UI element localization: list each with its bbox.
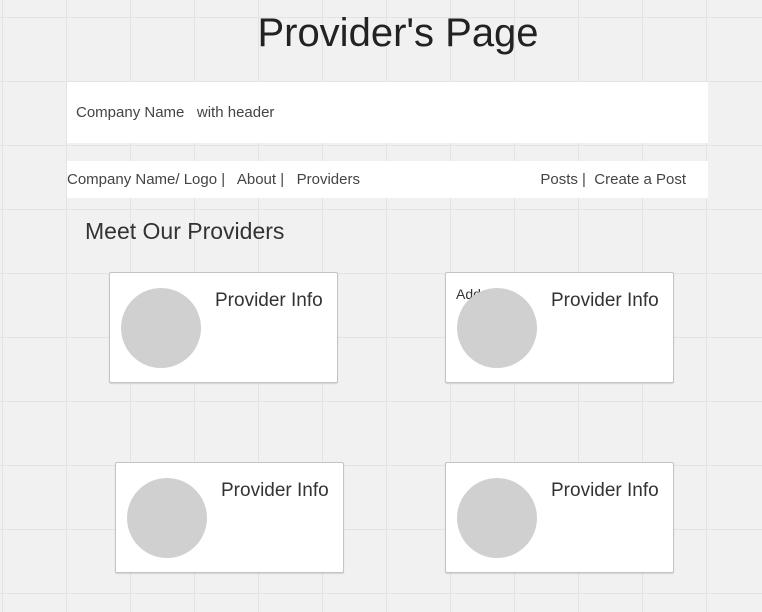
nav-providers-link[interactable]: Providers (297, 171, 360, 188)
section-heading: Meet Our Providers (85, 218, 285, 244)
page-title: Provider's Page (257, 11, 539, 55)
provider-avatar (121, 288, 201, 368)
nav-separator: | (276, 171, 297, 188)
nav-left: Company Name/ Logo | About | Providers (67, 171, 360, 188)
provider-card[interactable]: Provider Info (109, 272, 338, 383)
nav-about-link[interactable]: About (237, 171, 276, 188)
page: { "page": { "title": "Provider's Page", … (0, 0, 762, 612)
nav-separator: | (217, 171, 237, 188)
header-text: Company Name with header (76, 104, 275, 121)
nav-create-post-link[interactable]: Create a Post (594, 171, 686, 188)
provider-card[interactable]: Provider Info (115, 462, 344, 573)
provider-card[interactable]: Add Provider Info (445, 272, 674, 383)
nav-brand-link[interactable]: Company Name/ Logo (67, 171, 217, 188)
provider-info-label: Provider Info (551, 290, 659, 311)
provider-avatar (457, 478, 537, 558)
provider-avatar (457, 288, 537, 368)
provider-info-label: Provider Info (551, 480, 659, 501)
provider-avatar (127, 478, 207, 558)
provider-info-label: Provider Info (221, 480, 329, 501)
nav-bar: Company Name/ Logo | About | Providers P… (67, 161, 708, 198)
header-bar: Company Name with header (67, 82, 708, 143)
provider-info-label: Provider Info (215, 290, 323, 311)
nav-right: Posts | Create a Post (540, 171, 686, 188)
nav-separator: | (577, 171, 595, 188)
nav-posts-link[interactable]: Posts (540, 171, 578, 188)
provider-card[interactable]: Provider Info (445, 462, 674, 573)
